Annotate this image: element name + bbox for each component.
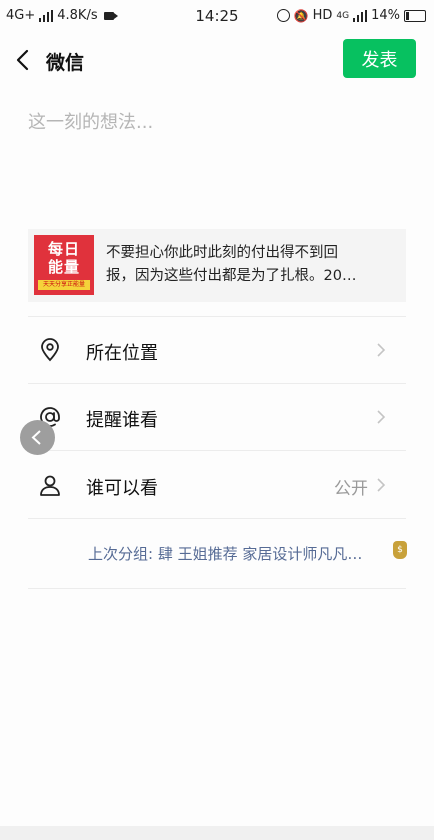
signal-icon-2: [353, 9, 368, 22]
thumb-title-1: 每日: [47, 240, 80, 258]
option-visibility-label: 谁可以看: [86, 478, 158, 499]
chevron-right-icon: [377, 478, 386, 492]
shared-text: 不要担心你此时此刻的付出得不到回 报，因为这些付出都是为了扎根。20…: [106, 242, 399, 288]
back-arrow-icon[interactable]: [12, 46, 36, 74]
divider: [28, 588, 406, 589]
page-title: 微信: [46, 52, 85, 74]
last-group-link[interactable]: 上次分组: 肆 王姐推荐 家居设计师凡凡…: [88, 543, 406, 564]
visibility-value: 公开: [334, 479, 368, 499]
option-remind-label: 提醒谁看: [86, 410, 158, 431]
money-bag-icon: $: [393, 541, 407, 559]
chevron-right-icon: [377, 343, 386, 357]
shared-thumbnail: 每日 能量 天天分享正能量: [34, 235, 94, 295]
publish-button[interactable]: 发表: [343, 39, 416, 78]
option-visibility[interactable]: 谁可以看 公开: [28, 452, 406, 518]
floating-back-button[interactable]: [20, 420, 55, 455]
divider: [28, 518, 406, 519]
option-location[interactable]: 所在位置: [28, 317, 406, 383]
chevron-right-icon: [377, 410, 386, 424]
shared-text-line-2: 报，因为这些付出都是为了扎根。20…: [106, 268, 357, 284]
thumb-caption: 天天分享正能量: [38, 280, 90, 290]
person-icon: [40, 475, 60, 496]
thumb-title-2: 能量: [47, 258, 80, 276]
compose-placeholder[interactable]: 这一刻的想法...: [28, 108, 153, 134]
shared-text-line-1: 不要担心你此时此刻的付出得不到回: [106, 245, 338, 261]
status-bar: 4G+ 4.8K/s 14:25 🔕 HD 4G 14%: [0, 0, 434, 34]
net2-label: 4G: [336, 10, 350, 21]
bottom-strip: [0, 826, 434, 840]
battery-percent: 14%: [371, 8, 400, 23]
mute-icon: 🔕: [293, 8, 309, 23]
hd-label: HD: [312, 8, 333, 23]
option-remind[interactable]: 提醒谁看: [28, 384, 406, 450]
alarm-clock-icon: [276, 9, 290, 22]
battery-icon: [404, 9, 426, 22]
status-right: 🔕 HD 4G 14%: [276, 8, 426, 23]
divider: [28, 450, 406, 451]
shared-link-card[interactable]: 每日 能量 天天分享正能量 不要担心你此时此刻的付出得不到回 报，因为这些付出都…: [28, 229, 406, 302]
chevron-left-icon: [31, 430, 41, 445]
location-pin-icon: [41, 338, 59, 362]
option-location-label: 所在位置: [86, 343, 158, 364]
